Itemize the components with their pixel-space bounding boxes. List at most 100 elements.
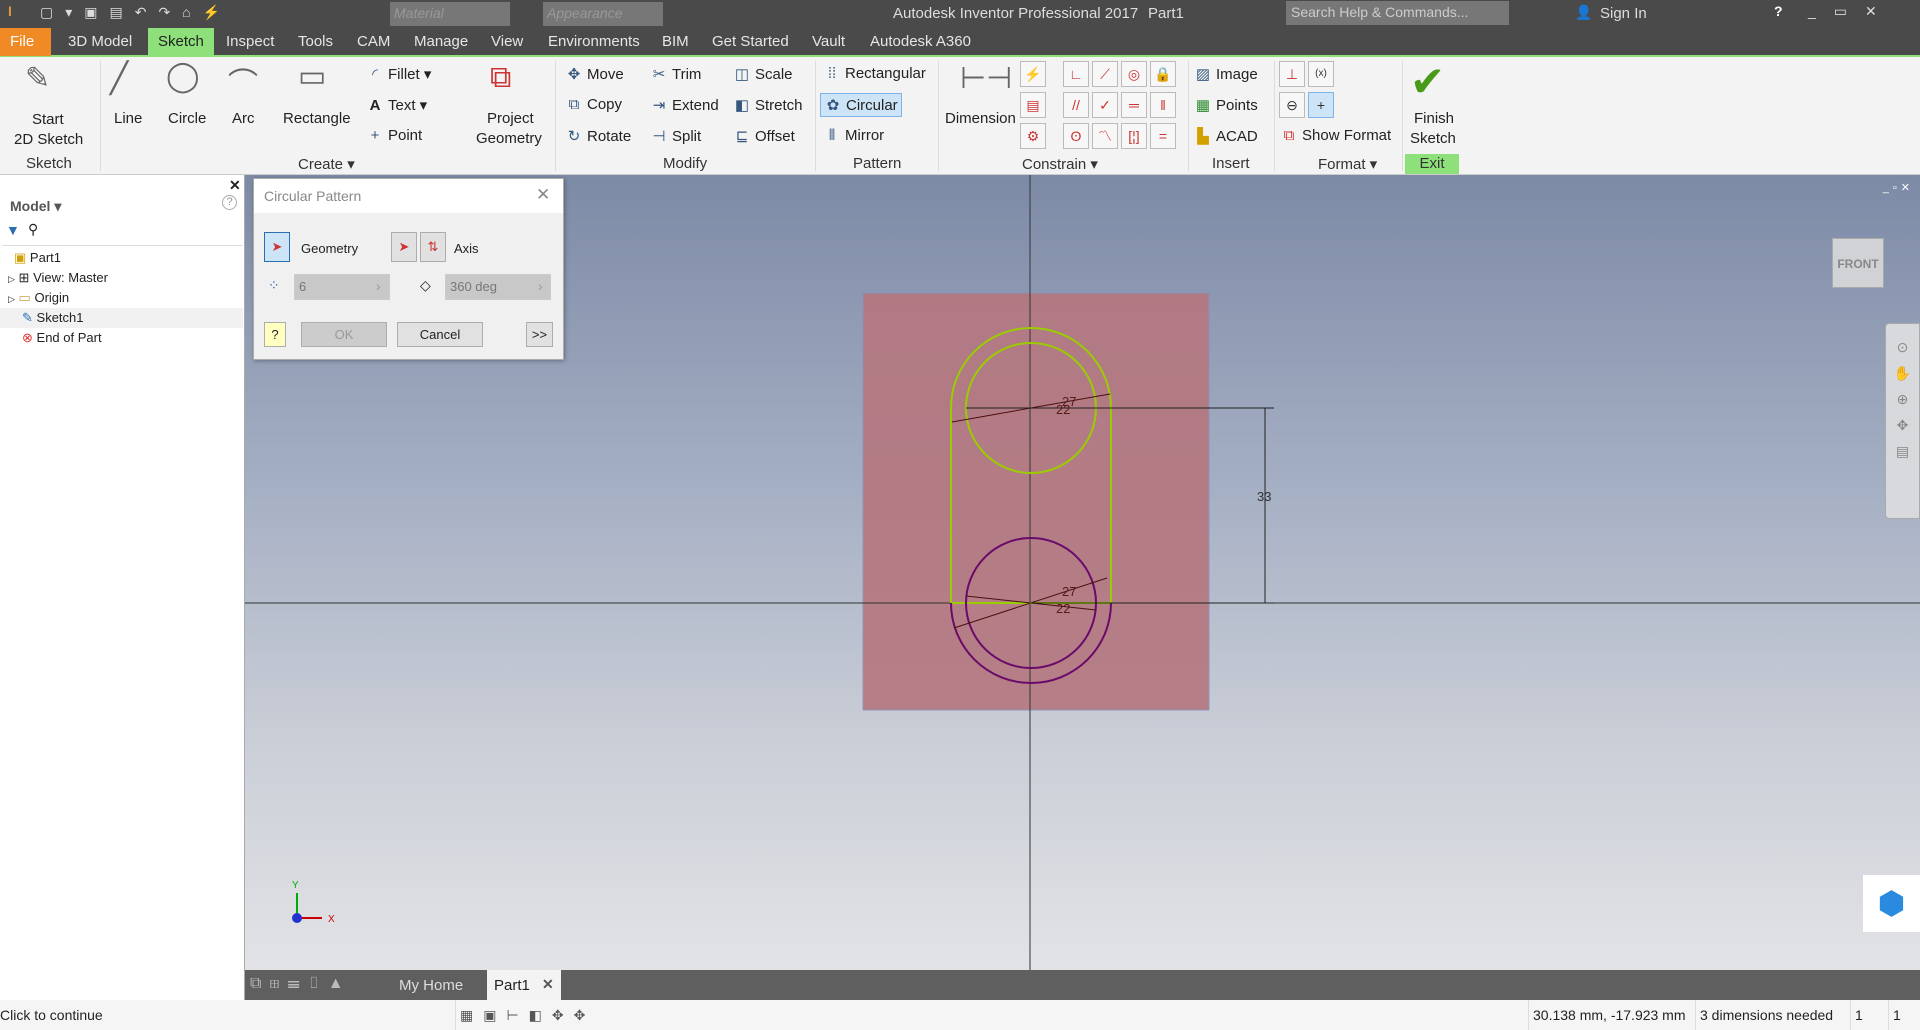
move-button[interactable]: ✥ Move bbox=[565, 65, 624, 83]
points-button[interactable]: ▦ Points bbox=[1194, 96, 1258, 114]
dimension-27-bottom[interactable]: 27 bbox=[1062, 584, 1076, 599]
share-view-icon[interactable]: ⬢ bbox=[1863, 875, 1920, 932]
expand-icon[interactable]: ▷ bbox=[8, 294, 15, 304]
dimension-22-top[interactable]: 22 bbox=[1056, 402, 1070, 417]
tab-environments[interactable]: Environments bbox=[538, 28, 650, 56]
acad-button[interactable]: ▙ ACAD bbox=[1194, 127, 1257, 145]
geometry-select-button[interactable]: ➤ bbox=[264, 232, 290, 262]
expand-icon[interactable]: ▷ bbox=[8, 274, 15, 284]
start-2d-sketch-button[interactable]: Start bbox=[32, 111, 64, 128]
driven-dimension-icon[interactable]: (x) bbox=[1308, 61, 1334, 87]
tab-inspect[interactable]: Inspect bbox=[216, 28, 284, 56]
tab-my-home[interactable]: My Home bbox=[399, 977, 463, 994]
viewport-window-controls[interactable]: _▫✕ bbox=[1883, 181, 1914, 194]
status-toolbar-icons[interactable]: ▦▣⊢◧✥✥ bbox=[455, 1000, 595, 1030]
auto-dimension-icon[interactable]: ⚡ bbox=[1020, 61, 1046, 87]
equal-icon[interactable]: = bbox=[1150, 123, 1176, 149]
concentric-icon[interactable]: ◎ bbox=[1121, 61, 1147, 87]
show-format-button[interactable]: ⧉ Show Format bbox=[1280, 127, 1392, 144]
tree-item-sketch1[interactable]: ✎ Sketch1 bbox=[0, 308, 243, 328]
count-arrow-icon[interactable]: › bbox=[376, 278, 381, 294]
quick-access-icons[interactable]: ▢▾▣▤↶↷⌂⚡ bbox=[40, 4, 232, 21]
arc-button[interactable]: Arc bbox=[232, 110, 255, 127]
more-options-button[interactable]: >> bbox=[526, 322, 553, 347]
help-icon[interactable]: ? bbox=[222, 195, 237, 210]
close-browser-icon[interactable]: ✕ bbox=[229, 177, 241, 194]
collinear-icon[interactable]: ⟋ bbox=[1092, 61, 1118, 87]
angle-input[interactable]: 360 deg bbox=[445, 274, 551, 300]
dimension-22-bottom[interactable]: 22 bbox=[1056, 601, 1070, 616]
parallel-icon[interactable]: // bbox=[1063, 92, 1089, 118]
vertical-icon[interactable]: ‖ bbox=[1150, 92, 1176, 118]
split-button[interactable]: ⊣ Split bbox=[650, 127, 701, 145]
ok-button[interactable]: OK bbox=[301, 322, 387, 347]
tab-manage[interactable]: Manage bbox=[404, 28, 478, 56]
tree-item-part1[interactable]: ▣ Part1 bbox=[0, 248, 243, 268]
sketch-face[interactable] bbox=[862, 292, 1210, 711]
material-dropdown[interactable]: Material bbox=[390, 2, 510, 26]
mirror-button[interactable]: ⫴ Mirror bbox=[823, 127, 884, 144]
circle-button[interactable]: Circle bbox=[168, 110, 206, 127]
tab-view[interactable]: View bbox=[481, 28, 533, 56]
tangent-icon[interactable]: ʘ bbox=[1063, 123, 1089, 149]
dimension-button[interactable]: Dimension bbox=[945, 110, 1016, 127]
browser-title-dropdown[interactable]: Model ▾ bbox=[10, 198, 61, 215]
tab-autodesk-a360[interactable]: Autodesk A360 bbox=[860, 28, 981, 56]
finish-sketch-button[interactable]: Finish bbox=[1414, 110, 1454, 127]
window-arrange-icons[interactable]: ⧉⊞☰▯▲ bbox=[250, 975, 352, 993]
text-button[interactable]: A Text ▾ bbox=[366, 96, 428, 114]
filter-icon[interactable]: ▼ bbox=[6, 222, 20, 238]
tab-sketch[interactable]: Sketch bbox=[148, 28, 214, 56]
rectangular-pattern-button[interactable]: ⁞⁞ Rectangular bbox=[823, 65, 926, 82]
circular-pattern-button[interactable]: ✿ Circular bbox=[820, 93, 902, 117]
window-controls[interactable]: _▭✕ bbox=[1808, 3, 1895, 20]
tree-item-view-master[interactable]: ▷ ⊞ View: Master bbox=[0, 268, 243, 288]
trim-button[interactable]: ✂ Trim bbox=[650, 65, 702, 83]
tab-3d-model[interactable]: 3D Model bbox=[58, 28, 142, 56]
smooth-icon[interactable]: 〽 bbox=[1092, 123, 1118, 149]
tab-file[interactable]: File bbox=[0, 28, 51, 56]
tree-item-origin[interactable]: ▷ ▭ Origin bbox=[0, 288, 243, 308]
construction-icon[interactable]: ⊥ bbox=[1279, 61, 1305, 87]
rotate-button[interactable]: ↻ Rotate bbox=[565, 127, 632, 145]
help-button[interactable]: ? bbox=[264, 322, 286, 347]
tab-get-started[interactable]: Get Started bbox=[702, 28, 799, 56]
fillet-button[interactable]: ◜ Fillet ▾ bbox=[366, 65, 431, 83]
tab-part1[interactable]: Part1 ✕ bbox=[487, 970, 561, 1000]
coincident-icon[interactable]: ∟ bbox=[1063, 61, 1089, 87]
dimension-33[interactable]: 33 bbox=[1257, 489, 1271, 504]
axis-select-button[interactable]: ➤ bbox=[391, 232, 417, 262]
cancel-button[interactable]: Cancel bbox=[397, 322, 483, 347]
center-point-icon[interactable]: + bbox=[1308, 92, 1334, 118]
scale-button[interactable]: ◫ Scale bbox=[733, 65, 793, 83]
find-icon[interactable]: ⚲ bbox=[28, 221, 38, 238]
search-input[interactable]: Search Help & Commands... bbox=[1286, 1, 1509, 25]
navigation-bar[interactable]: ⊙ ✋ ⊕ ✥ ▤ bbox=[1885, 323, 1920, 519]
tree-item-end-of-part[interactable]: ⊗ End of Part bbox=[0, 328, 243, 348]
line-button[interactable]: Line bbox=[114, 110, 142, 127]
constraint-settings-icon[interactable]: ⚙ bbox=[1020, 123, 1046, 149]
close-icon[interactable]: ✕ bbox=[536, 185, 550, 205]
appearance-dropdown[interactable]: Appearance bbox=[543, 2, 663, 26]
centerline-icon[interactable]: ⊖ bbox=[1279, 92, 1305, 118]
horizontal-icon[interactable]: ═ bbox=[1121, 92, 1147, 118]
point-button[interactable]: + Point bbox=[366, 127, 423, 144]
sign-in-button[interactable]: Sign In bbox=[1600, 5, 1647, 22]
tab-bim[interactable]: BIM bbox=[652, 28, 699, 56]
extend-button[interactable]: ⇥ Extend bbox=[650, 96, 719, 114]
show-constraints-icon[interactable]: ▤ bbox=[1020, 92, 1046, 118]
symmetric-icon[interactable]: [¦] bbox=[1121, 123, 1147, 149]
flip-axis-button[interactable]: ⇅ bbox=[420, 232, 446, 262]
tab-vault[interactable]: Vault bbox=[802, 28, 855, 56]
stretch-button[interactable]: ◧ Stretch bbox=[733, 96, 803, 114]
help-icon[interactable]: ? bbox=[1774, 3, 1783, 19]
close-tab-icon[interactable]: ✕ bbox=[542, 976, 554, 993]
image-button[interactable]: ▨ Image bbox=[1194, 65, 1258, 83]
viewcube[interactable]: FRONT bbox=[1832, 238, 1884, 288]
fix-icon[interactable]: 🔒 bbox=[1150, 61, 1176, 87]
perpendicular-icon[interactable]: ✓ bbox=[1092, 92, 1118, 118]
tab-cam[interactable]: CAM bbox=[347, 28, 400, 56]
angle-arrow-icon[interactable]: › bbox=[538, 278, 543, 294]
rectangle-button[interactable]: Rectangle bbox=[283, 110, 351, 127]
copy-button[interactable]: ⧉ Copy bbox=[565, 96, 622, 113]
